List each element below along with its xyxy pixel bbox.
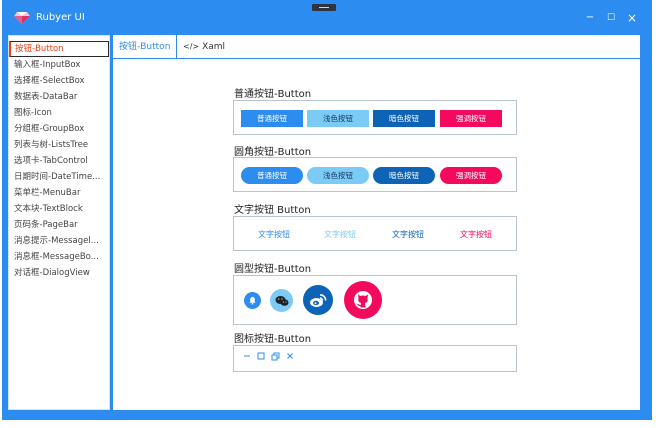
sidebar-item-pagebar[interactable]: 页码条-PageBar	[9, 217, 109, 233]
tab-button-label: 按钮-Button	[119, 42, 171, 52]
rounded-primary-button[interactable]: 普通按钮	[241, 167, 303, 184]
bell-icon	[249, 296, 256, 305]
minimize-icon[interactable]	[242, 352, 252, 362]
sidebar-item-selectbox[interactable]: 选择框-SelectBox	[9, 73, 109, 89]
maximize-button[interactable]: ☐	[603, 11, 619, 25]
sidebar-item-menubar[interactable]: 菜单栏-MenuBar	[9, 185, 109, 201]
sidebar-item-textblock[interactable]: 文本块-TextBlock	[9, 201, 109, 217]
sidebar-item-dialogview[interactable]: 对话框-DialogView	[9, 265, 109, 281]
sidebar-nav: 按钮-Button 输入框-InputBox 选择框-SelectBox 数据表…	[8, 35, 110, 410]
sidebar-item-datetime[interactable]: 日期时间-DateTime...	[9, 169, 109, 185]
rounded-dark-button[interactable]: 暗色按钮	[373, 167, 435, 184]
rounded-light-button[interactable]: 浅色按钮	[307, 167, 369, 184]
github-circle-button[interactable]	[344, 281, 382, 319]
restore-icon[interactable]	[270, 352, 280, 362]
sidebar-item-messagel[interactable]: 消息提示-Messagel...	[9, 233, 109, 249]
text-light-button[interactable]: 文字按钮	[324, 229, 356, 241]
normal-light-button[interactable]: 浅色按钮	[307, 110, 369, 127]
tab-xaml-label: Xaml	[202, 42, 226, 52]
weibo-icon	[310, 293, 327, 307]
github-icon	[354, 291, 372, 309]
group-rounded-buttons: 普通按钮 浅色按钮 暗色按钮 强调按钮	[233, 157, 517, 192]
sidebar-item-messagebox[interactable]: 消息框-MessageBo...	[9, 249, 109, 265]
section-title-icon: 图标按钮-Button	[234, 334, 312, 345]
normal-accent-button[interactable]: 强调按钮	[440, 110, 502, 127]
code-icon: </>	[183, 42, 200, 51]
group-icon-buttons	[233, 345, 517, 372]
group-circle-buttons	[233, 275, 517, 325]
close-button[interactable]: ×	[624, 11, 640, 25]
sidebar-item-button[interactable]: 按钮-Button	[9, 41, 109, 57]
section-title-rounded: 圆角按钮-Button	[234, 147, 312, 158]
sidebar-item-liststree[interactable]: 列表与树-ListsTree	[9, 137, 109, 153]
ruby-logo-icon	[14, 12, 30, 24]
text-accent-button[interactable]: 文字按钮	[460, 229, 492, 241]
title-bar[interactable]: Rubyer UI − ☐ ×	[2, 0, 652, 34]
sidebar-item-groupbox[interactable]: 分组框-GroupBox	[9, 121, 109, 137]
app-title: Rubyer UI	[36, 12, 85, 23]
minimize-button[interactable]: −	[582, 11, 598, 25]
section-title-text: 文字按钮 Button	[234, 205, 311, 216]
sidebar-item-icon[interactable]: 图标-Icon	[9, 105, 109, 121]
wechat-circle-button[interactable]	[270, 289, 293, 312]
text-primary-button[interactable]: 文字按钮	[258, 229, 290, 241]
text-dark-button[interactable]: 文字按钮	[392, 229, 424, 241]
title-grip-handle[interactable]	[312, 4, 336, 11]
weibo-circle-button[interactable]	[303, 285, 333, 315]
tab-bar: 按钮-Button </> Xaml	[113, 35, 640, 59]
section-title-circle: 圆型按钮-Button	[234, 264, 312, 275]
group-text-buttons: 文字按钮 文字按钮 文字按钮 文字按钮	[233, 216, 517, 251]
normal-dark-button[interactable]: 暗色按钮	[373, 110, 435, 127]
rounded-accent-button[interactable]: 强调按钮	[440, 167, 502, 184]
sidebar-item-databar[interactable]: 数据表-DataBar	[9, 89, 109, 105]
normal-primary-button[interactable]: 普通按钮	[241, 110, 303, 127]
close-icon[interactable]	[285, 352, 295, 362]
square-icon[interactable]	[256, 352, 266, 362]
group-normal-buttons: 普通按钮 浅色按钮 暗色按钮 强调按钮	[233, 100, 517, 135]
sidebar-item-inputbox[interactable]: 输入框-InputBox	[9, 57, 109, 73]
section-title-normal: 普通按钮-Button	[234, 89, 312, 100]
app-window: Rubyer UI − ☐ × 按钮-Button 输入框-InputBox 选…	[2, 0, 652, 420]
bell-circle-button[interactable]	[244, 292, 261, 309]
tab-xaml[interactable]: </> Xaml	[177, 35, 231, 59]
wechat-icon	[275, 295, 288, 306]
sidebar-item-tabcontrol[interactable]: 选项卡-TabControl	[9, 153, 109, 169]
main-panel: 按钮-Button </> Xaml 普通按钮-Button 普通按钮 浅色按钮 …	[113, 35, 640, 410]
tab-button[interactable]: 按钮-Button	[113, 35, 178, 59]
